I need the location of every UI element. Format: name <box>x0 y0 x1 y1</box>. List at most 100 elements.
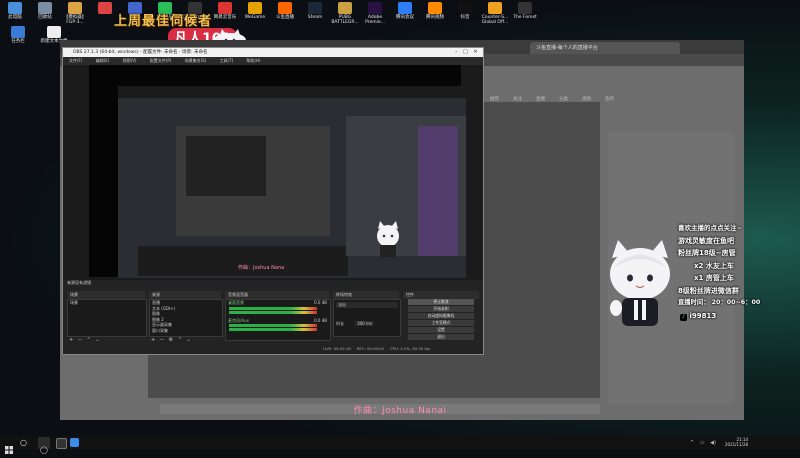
remove-scene-icon[interactable]: − <box>78 337 82 343</box>
browser-tab[interactable]: 斗鱼直播-每个人的直播平台 <box>530 42 680 54</box>
info-line: x1 房管上车 <box>694 274 734 282</box>
obs-preview[interactable]: 作曲：Joshua Nana <box>89 65 466 278</box>
clock-date: 2021/11/28 <box>725 442 749 447</box>
taskbar <box>0 436 800 450</box>
app-icon <box>68 2 82 14</box>
desktop-icon[interactable]: 腾讯视频 <box>420 2 450 25</box>
app-icon <box>98 2 112 14</box>
desktop-icon[interactable]: 此电脑 <box>0 2 30 25</box>
stop-streaming-button[interactable]: 停止推流 <box>408 299 474 305</box>
desktop-icon[interactable]: 【模拟器】 FGP-3... <box>60 2 90 25</box>
controls-panel: 停止推流 开始录制 启动虚拟摄像机 工作室模式 设置 退出 <box>408 299 474 341</box>
search-button[interactable]: ○ <box>20 438 27 447</box>
desktop-icon[interactable]: 腾讯会议 <box>390 2 420 25</box>
desktop-icon[interactable]: WeGame <box>240 2 270 25</box>
folder-icon <box>11 26 25 38</box>
add-scene-icon[interactable]: + <box>69 337 73 343</box>
chevron-up-icon[interactable]: ^ <box>690 440 694 446</box>
virtual-camera-button[interactable]: 启动虚拟摄像机 <box>408 313 474 319</box>
status-rec: REC: 00:00:00 <box>356 346 385 351</box>
overlay-banner-title: 上周最佳伺候者 <box>114 14 213 29</box>
obs-titlebar: OBS 27.1.3 (64-bit, windows) - 配置文件: 未命名… <box>63 48 483 57</box>
desktop-icon-label: Adobe Premie... <box>365 15 385 25</box>
app-icon <box>308 2 322 14</box>
move-up-icon[interactable]: ⌃ <box>178 337 182 343</box>
system-tray-clock[interactable]: 21:14 2021/11/28 <box>725 437 748 447</box>
info-line: 游戏灵敏度在鱼吧 <box>678 236 734 245</box>
desktop-icon[interactable]: The Forest <box>510 2 540 25</box>
transitions-panel: 淡出 时长 300 ms <box>333 299 401 337</box>
menu-help[interactable]: 帮助(H) <box>246 58 260 63</box>
exit-button[interactable]: 退出 <box>408 334 474 340</box>
desktop-icon[interactable]: PUBG BATTLEGR... <box>330 2 360 25</box>
source-item[interactable]: 窗口采集 <box>150 328 222 334</box>
obs-menubar: 文件(F) 编辑(E) 视图(V) 配置文件(P) 场景集合(S) 工具(T) … <box>63 57 483 65</box>
scenes-panel[interactable]: 场景 <box>67 299 147 337</box>
stream-info-overlay: 喜欢主播的点点关注~ 游戏灵敏度在鱼吧 粉丝牌18级~房管 x2 水友上车 x1… <box>678 222 798 322</box>
menu-edit[interactable]: 编辑(E) <box>96 58 110 63</box>
sources-panel-header: 来源 <box>149 291 221 299</box>
desktop-icon-label: 此电脑 <box>8 15 22 20</box>
desktop-icon-label: The Forest <box>513 15 537 20</box>
desktop-icon[interactable]: Adobe Premie... <box>360 2 390 25</box>
info-line: 喜欢主播的点点关注~ <box>678 224 742 232</box>
sources-panel[interactable]: 直播 文本 (GDI+) 图像 图像 2 显示器采集 窗口采集 <box>149 299 223 337</box>
preview-caption: 作曲：Joshua Nana <box>238 265 285 271</box>
transition-duration-input[interactable]: 300 ms <box>355 320 374 326</box>
desktop-icon-label: 【模拟器】 FGP-3... <box>63 15 87 25</box>
scenes-panel-header: 场景 <box>67 291 145 299</box>
mixer-track-db: 0.0 dB <box>314 318 327 323</box>
nested-chat <box>418 126 458 256</box>
menu-file[interactable]: 文件(F) <box>69 58 82 63</box>
nested-inner-dark <box>186 136 266 196</box>
start-recording-button[interactable]: 开始录制 <box>408 306 474 312</box>
info-line: 直播时间： 20：00~6：00 <box>678 299 761 306</box>
transition-select[interactable]: 淡出 <box>336 302 398 308</box>
cat-avatar-icon <box>377 221 399 257</box>
gear-icon[interactable]: ⚙ <box>169 337 173 343</box>
info-line: 粉丝牌18级~房管 <box>678 249 736 257</box>
move-down-icon[interactable]: ⌄ <box>95 337 99 343</box>
taskbar-app-obs[interactable] <box>56 438 67 449</box>
search-icon: ○ <box>20 438 27 447</box>
obs-window[interactable]: OBS 27.1.3 (64-bit, windows) - 配置文件: 未命名… <box>62 47 484 355</box>
menu-view[interactable]: 视图(V) <box>123 58 137 63</box>
add-source-icon[interactable]: + <box>151 337 155 343</box>
sidebar-item[interactable]: 鱼吧 <box>605 96 614 102</box>
desktop-icon-label: 腾讯会议 <box>396 15 414 20</box>
status-cpu: CPU: 4.2%, 60.00 fps <box>390 346 431 351</box>
taskbar-app-browser[interactable] <box>70 438 79 447</box>
desktop-icon-label: Counter-S... Global Off... <box>481 15 509 25</box>
scene-item[interactable]: 场景 <box>68 300 146 306</box>
studio-mode-button[interactable]: 工作室模式 <box>408 320 474 326</box>
remove-source-icon[interactable]: − <box>160 337 164 343</box>
menu-profile[interactable]: 配置文件(P) <box>150 58 172 63</box>
move-down-icon[interactable]: ⌄ <box>186 337 190 343</box>
desktop-icon[interactable]: 斗鱼直播 <box>270 2 300 25</box>
desktop-icon[interactable]: 回收站 <box>30 2 60 25</box>
desktop-icon[interactable]: Steam <box>300 2 330 25</box>
info-line-tiktok: ♪ i99813 <box>678 310 798 323</box>
desktop-icon[interactable]: 抖音 <box>450 2 480 25</box>
volume-icon[interactable]: ◀) <box>710 440 716 446</box>
desktop-icon-taskbar[interactable]: 任务栏 <box>0 26 36 44</box>
app-icon <box>368 2 382 14</box>
network-icon[interactable]: ▭ <box>700 440 705 446</box>
mixer-panel: 桌面音频 0.0 dB 麦克风/Aux 0.0 dB <box>225 299 331 341</box>
preview-nested-capture-inner <box>176 126 330 236</box>
maximize-icon[interactable]: □ <box>463 49 468 55</box>
close-icon[interactable]: ✕ <box>473 49 477 55</box>
start-button[interactable] <box>5 439 13 454</box>
minimize-icon[interactable]: – <box>455 49 458 55</box>
menu-scene-collection[interactable]: 场景集合(S) <box>185 58 207 63</box>
move-up-icon[interactable]: ⌃ <box>87 337 91 343</box>
menu-tools[interactable]: 工具(T) <box>220 58 234 63</box>
cat-mascot-icon <box>610 240 670 326</box>
audio-meter <box>229 310 317 314</box>
settings-button[interactable]: 设置 <box>408 327 474 333</box>
desktop-icon[interactable]: Counter-S... Global Off... <box>480 2 510 25</box>
lyric-subtitle: 作曲：Joshua Nanai <box>353 406 447 416</box>
desktop-icon[interactable]: 网易云音乐 <box>210 2 240 25</box>
taskview-button[interactable]: ◯ <box>38 437 50 454</box>
controls-panel-header: 控件 <box>403 291 479 299</box>
